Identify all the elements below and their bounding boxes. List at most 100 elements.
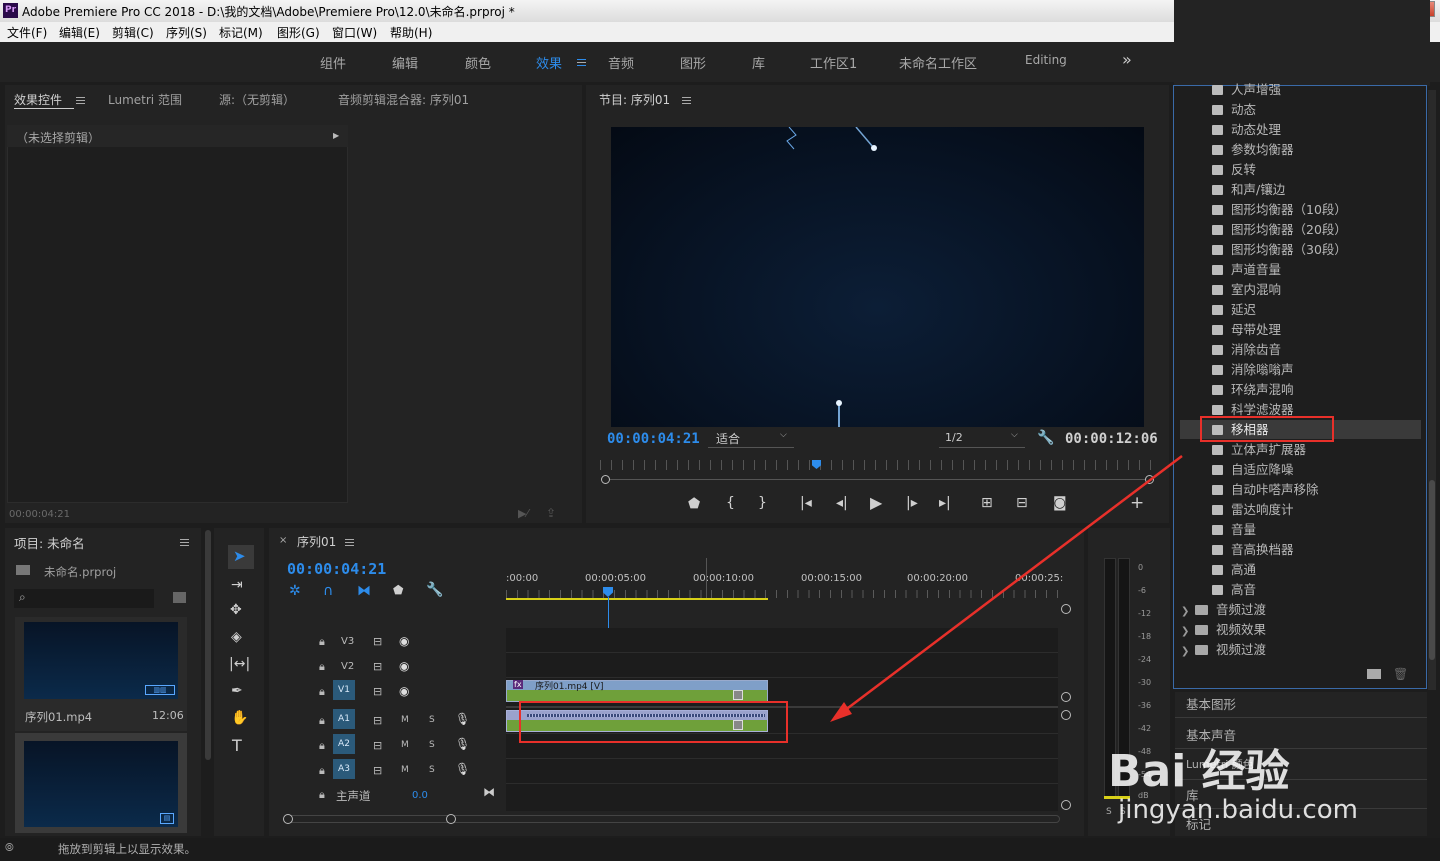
track-lock-icon[interactable]: 🔒︎ bbox=[319, 714, 325, 728]
sync-lock-icon[interactable]: ⊟ bbox=[373, 764, 382, 777]
sync-lock-icon[interactable]: ⊟ bbox=[373, 739, 382, 752]
tab-project[interactable]: 项目: 未命名 bbox=[14, 533, 85, 552]
selection-tool-icon[interactable]: ➤ bbox=[233, 547, 246, 565]
sync-lock-icon[interactable]: ⊟ bbox=[373, 685, 382, 698]
work-area-bar[interactable] bbox=[506, 598, 768, 600]
workspace-graphics[interactable]: 图形 bbox=[680, 53, 706, 72]
effect-item[interactable]: 人声增强 bbox=[1212, 80, 1281, 100]
eye-icon[interactable]: ◉ bbox=[399, 659, 409, 673]
menu-help[interactable]: 帮助(H) bbox=[390, 24, 432, 41]
effect-item[interactable]: 图形均衡器（20段） bbox=[1212, 220, 1347, 240]
menu-graphics[interactable]: 图形(G) bbox=[277, 24, 320, 41]
effect-item[interactable]: 移相器 bbox=[1212, 420, 1269, 440]
effect-item[interactable]: 音量 bbox=[1212, 520, 1256, 540]
resolution-dropdown[interactable]: 1/2 ⌵ bbox=[939, 430, 1025, 448]
scroll-handle-left[interactable] bbox=[601, 475, 610, 484]
effect-item[interactable]: 和声/镶边 bbox=[1212, 180, 1285, 200]
meter-solo-left[interactable]: S bbox=[1106, 807, 1112, 817]
effect-item[interactable]: 声道音量 bbox=[1212, 260, 1281, 280]
mark-in-icon[interactable]: { bbox=[726, 495, 735, 511]
track-target-a2[interactable]: A2 bbox=[333, 734, 355, 754]
filter-icon[interactable]: ▶⁄ bbox=[518, 507, 528, 520]
workspace-overflow-icon[interactable]: » bbox=[1122, 50, 1132, 69]
effect-item[interactable]: 自适应降噪 bbox=[1212, 460, 1294, 480]
effect-item[interactable]: 自动咔嗒声移除 bbox=[1212, 480, 1319, 500]
solo-button[interactable]: S bbox=[429, 740, 435, 750]
effect-item[interactable]: 图形均衡器（30段） bbox=[1212, 240, 1347, 260]
effect-item[interactable]: 反转 bbox=[1212, 160, 1256, 180]
effect-item[interactable]: 母带处理 bbox=[1212, 320, 1281, 340]
ripple-edit-tool-icon[interactable]: ✥ bbox=[230, 602, 242, 618]
effect-folder[interactable]: ❯ 视频效果 bbox=[1181, 620, 1266, 640]
workspace-menu-icon[interactable] bbox=[577, 59, 586, 66]
solo-button[interactable]: S bbox=[429, 765, 435, 775]
slip-tool-icon[interactable]: |↔| bbox=[229, 656, 250, 672]
panel-menu-icon[interactable] bbox=[76, 97, 85, 104]
tab-sequence[interactable]: 序列01 bbox=[297, 533, 336, 550]
vscroll-handle-bottom[interactable] bbox=[1061, 800, 1071, 810]
microphone-icon[interactable]: 🎙︎ bbox=[455, 762, 470, 776]
menu-clip[interactable]: 剪辑(C) bbox=[112, 24, 154, 41]
workspace-color[interactable]: 颜色 bbox=[465, 53, 491, 72]
program-menu-icon[interactable] bbox=[682, 97, 691, 104]
menu-file[interactable]: 文件(F) bbox=[7, 24, 47, 41]
project-clip-thumbnail[interactable]: ▥▥ 序列01.mp4 12:06 bbox=[15, 617, 187, 731]
razor-tool-icon[interactable]: ◈ bbox=[231, 629, 242, 645]
add-marker-icon[interactable]: ⬟ bbox=[688, 496, 700, 512]
effect-folder[interactable]: ❯ 音频过渡 bbox=[1181, 600, 1266, 620]
workspace-assembly[interactable]: 组件 bbox=[320, 53, 346, 72]
fit-dropdown[interactable]: 适合 ⌵ bbox=[708, 430, 794, 448]
timeline-menu-icon[interactable] bbox=[345, 539, 354, 546]
workspace-editing-en[interactable]: Editing bbox=[1025, 53, 1067, 67]
effect-item[interactable]: 动态 bbox=[1212, 100, 1256, 120]
master-toggle-icon[interactable]: ⧓ bbox=[483, 785, 495, 799]
add-marker-timeline-icon[interactable]: ⬟ bbox=[393, 583, 403, 597]
sync-lock-icon[interactable]: ⊟ bbox=[373, 714, 382, 727]
effect-item[interactable]: 参数均衡器 bbox=[1212, 140, 1294, 160]
hand-tool-icon[interactable]: ✋ bbox=[231, 710, 248, 726]
sync-lock-icon[interactable]: ⊟ bbox=[373, 635, 382, 648]
effects-scrollbar-thumb[interactable] bbox=[1429, 480, 1435, 660]
track-lock-icon[interactable]: 🔒︎ bbox=[319, 739, 325, 753]
track-lock-icon[interactable]: 🔒︎ bbox=[319, 685, 325, 699]
effect-item[interactable]: 高音 bbox=[1212, 580, 1256, 600]
video-preview[interactable] bbox=[611, 127, 1144, 427]
program-current-timecode[interactable]: 00:00:04:21 bbox=[607, 431, 700, 447]
workspace-untitled[interactable]: 未命名工作区 bbox=[899, 53, 977, 72]
snap-icon[interactable]: ∩ bbox=[323, 583, 333, 599]
nest-icon[interactable]: ✲ bbox=[289, 583, 301, 599]
go-to-in-icon[interactable]: |◂ bbox=[800, 495, 812, 511]
track-lock-icon[interactable]: 🔒︎ bbox=[319, 788, 325, 802]
linked-selection-icon[interactable]: ⧓ bbox=[357, 583, 371, 599]
project-menu-icon[interactable] bbox=[180, 539, 189, 546]
microphone-icon[interactable]: 🎙︎ bbox=[455, 712, 470, 726]
effect-folder[interactable]: ❯ 视频过渡 bbox=[1181, 640, 1266, 660]
timeline-timecode[interactable]: 00:00:04:21 bbox=[287, 560, 386, 578]
video-clip-v1[interactable]: fx 序列01.mp4 [V] bbox=[506, 680, 768, 702]
new-bin-icon[interactable] bbox=[173, 592, 186, 603]
effect-item[interactable]: 动态处理 bbox=[1212, 120, 1281, 140]
effect-item[interactable]: 科学滤波器 bbox=[1212, 400, 1294, 420]
wrench-icon[interactable]: 🔧 bbox=[1037, 430, 1054, 446]
chevron-right-icon[interactable]: ❯ bbox=[1181, 602, 1195, 622]
effect-item[interactable]: 消除齿音 bbox=[1212, 340, 1281, 360]
tab-audio-clip-mixer[interactable]: 音频剪辑混合器: 序列01 bbox=[338, 91, 469, 108]
delete-icon[interactable]: 🗑︎ bbox=[1393, 667, 1408, 681]
chevron-right-icon[interactable]: ❯ bbox=[1181, 642, 1195, 662]
workspace-1[interactable]: 工作区1 bbox=[810, 53, 857, 72]
tab-source[interactable]: 源:（无剪辑） bbox=[219, 91, 295, 108]
project-search-input[interactable]: ⌕ bbox=[14, 589, 154, 608]
effect-item[interactable]: 音高换档器 bbox=[1212, 540, 1294, 560]
sync-lock-icon[interactable]: ⊟ bbox=[373, 660, 382, 673]
solo-button[interactable]: S bbox=[429, 715, 435, 725]
scroll-handle-left[interactable] bbox=[283, 814, 293, 824]
track-select-tool-icon[interactable]: ⇥ bbox=[231, 577, 243, 593]
menu-edit[interactable]: 编辑(E) bbox=[59, 24, 100, 41]
track-target-a3[interactable]: A3 bbox=[333, 759, 355, 779]
eye-icon[interactable]: ◉ bbox=[399, 634, 409, 648]
tab-effect-controls[interactable]: 效果控件 bbox=[14, 91, 62, 108]
microphone-icon[interactable]: 🎙︎ bbox=[455, 737, 470, 751]
export-icon[interactable]: ⇪ bbox=[546, 506, 556, 520]
chevron-right-icon[interactable]: ❯ bbox=[1181, 622, 1195, 642]
workspace-editing[interactable]: 编辑 bbox=[392, 53, 418, 72]
